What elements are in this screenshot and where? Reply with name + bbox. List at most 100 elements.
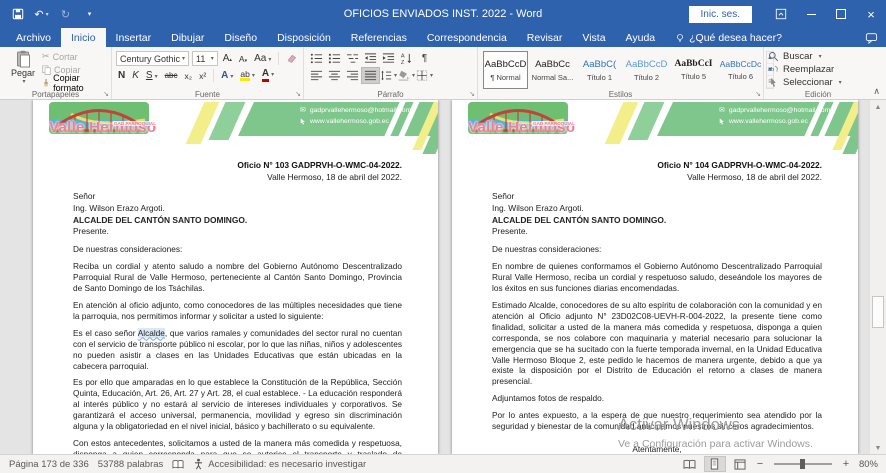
web-layout-icon[interactable] <box>730 457 750 471</box>
sort-button[interactable]: AZ <box>398 51 415 66</box>
tab-insertar[interactable]: Insertar <box>106 28 162 47</box>
select-button[interactable]: Seleccionar▾ <box>768 76 868 89</box>
save-icon[interactable] <box>10 7 25 21</box>
show-marks-button[interactable]: ¶ <box>416 51 433 66</box>
numbered-list-icon <box>328 52 341 65</box>
justify-button[interactable] <box>362 68 379 83</box>
scroll-up-icon[interactable]: ▲ <box>870 100 886 114</box>
letterhead-banner: ✉gadprvallehermoso@hotmail.com www.valle… <box>238 102 438 136</box>
ribbon-tab-row: Archivo Inicio Insertar Dibujar Diseño D… <box>0 28 886 47</box>
zoom-in-button[interactable]: + <box>841 458 851 470</box>
align-center-button[interactable] <box>326 68 343 83</box>
scrollbar-thumb[interactable] <box>872 296 884 328</box>
paste-button[interactable]: Pegar ▾ <box>4 50 42 88</box>
change-case-button[interactable]: Aa▾ <box>252 53 273 64</box>
numbering-button[interactable] <box>326 51 343 66</box>
tab-revisar[interactable]: Revisar <box>517 28 573 47</box>
minimize-button[interactable] <box>796 0 826 28</box>
zoom-slider[interactable] <box>774 463 832 465</box>
select-cursor-icon <box>768 77 779 88</box>
read-mode-icon[interactable] <box>680 457 700 471</box>
font-dialog-launcher[interactable]: ↘ <box>295 90 301 98</box>
comments-icon[interactable] <box>865 28 878 47</box>
increase-indent-button[interactable] <box>380 51 397 66</box>
clear-formatting-button[interactable] <box>284 53 299 64</box>
collapse-ribbon-icon[interactable]: ∧ <box>873 86 880 97</box>
scroll-down-icon[interactable]: ▼ <box>870 441 886 455</box>
paragraph: En nombre de quienes conformamos el Gobi… <box>492 261 822 294</box>
zoom-slider-thumb[interactable] <box>800 459 805 469</box>
sign-in-button[interactable]: Inic. ses. <box>689 6 752 23</box>
cut-button[interactable]: ✂Cortar <box>42 51 107 62</box>
align-right-button[interactable] <box>344 68 361 83</box>
line-spacing-button[interactable]: ▾ <box>380 68 397 83</box>
style-normal[interactable]: AaBbCcD¶ Normal <box>483 51 528 89</box>
tab-inicio[interactable]: Inicio <box>61 28 106 47</box>
shading-button[interactable]: ▾ <box>398 68 415 83</box>
customize-qat-icon[interactable]: ▾ <box>82 7 97 21</box>
replace-button[interactable]: ab Reemplazar <box>768 63 868 76</box>
tab-archivo[interactable]: Archivo <box>6 28 61 47</box>
superscript-button[interactable]: x² <box>197 71 208 81</box>
redo-icon[interactable]: ↻ <box>58 7 73 21</box>
format-painter-icon <box>42 78 50 88</box>
styles-dialog-launcher[interactable]: ↘ <box>755 90 761 98</box>
font-size-select[interactable]: 11▾ <box>192 51 218 66</box>
bold-button[interactable]: N <box>116 70 127 81</box>
shrink-font-button[interactable]: A▾ <box>237 54 249 64</box>
zoom-level[interactable]: 80% <box>859 459 878 470</box>
accessibility-status[interactable]: Accesibilidad: es necesario investigar <box>193 458 366 470</box>
restore-button[interactable] <box>826 0 856 28</box>
style-normal-sa[interactable]: AaBbCcNormal Sa... <box>530 51 575 89</box>
scissors-icon: ✂ <box>42 51 50 62</box>
tab-referencias[interactable]: Referencias <box>341 28 417 47</box>
tab-disposicion[interactable]: Disposición <box>267 28 341 47</box>
font-color-button[interactable]: A▾ <box>260 69 276 82</box>
font-name-select[interactable]: Century Gothic▾ <box>116 51 189 66</box>
italic-button[interactable]: K <box>130 70 141 81</box>
bullets-button[interactable] <box>308 51 325 66</box>
paragraph: En atención al oficio adjunto, como cono… <box>73 300 402 322</box>
underline-button[interactable]: S▾ <box>144 70 160 81</box>
tell-me-box[interactable]: ¿Qué desea hacer? <box>665 28 792 47</box>
style-titulo-2[interactable]: AaBbCcDTítulo 2 <box>624 51 669 89</box>
format-painter-button[interactable]: Copiar formato <box>42 77 107 88</box>
tab-diseno[interactable]: Diseño <box>214 28 267 47</box>
style-titulo-5[interactable]: AaBbCcITítulo 5 <box>671 51 716 89</box>
style-titulo-6[interactable]: AaBbCcDcTítulo 6 <box>718 51 763 89</box>
replace-icon: ab <box>768 64 779 75</box>
close-button[interactable]: × <box>856 0 886 28</box>
ribbon-display-options-icon[interactable] <box>766 0 796 28</box>
multilevel-list-button[interactable] <box>344 51 361 66</box>
undo-icon[interactable]: ↶▾ <box>34 7 49 21</box>
tab-correspondencia[interactable]: Correspondencia <box>417 28 517 47</box>
document-page-1[interactable]: ✉gadprvallehermoso@hotmail.com www.valle… <box>33 100 438 455</box>
word-count[interactable]: 53788 palabras <box>98 459 164 470</box>
tab-dibujar[interactable]: Dibujar <box>161 28 214 47</box>
grow-font-button[interactable]: A▴ <box>221 53 234 64</box>
clipboard-dialog-launcher[interactable]: ↘ <box>103 90 109 98</box>
decrease-indent-button[interactable] <box>362 51 379 66</box>
zoom-out-button[interactable]: − <box>755 458 765 470</box>
subscript-button[interactable]: x₂ <box>183 71 195 81</box>
find-button[interactable]: Buscar▾ <box>768 50 868 63</box>
strikethrough-button[interactable]: abc <box>163 71 180 80</box>
proofing-icon[interactable] <box>172 459 184 470</box>
page-indicator[interactable]: Página 173 de 336 <box>9 459 89 470</box>
paragraph-dialog-launcher[interactable]: ↘ <box>469 90 475 98</box>
sort-icon: AZ <box>400 52 413 65</box>
status-bar: Página 173 de 336 53788 palabras Accesib… <box>0 454 886 473</box>
highlight-color-button[interactable]: ab▾ <box>238 70 256 82</box>
tab-ayuda[interactable]: Ayuda <box>616 28 666 47</box>
vertical-scrollbar[interactable]: ▲ ▼ <box>869 100 886 455</box>
print-layout-icon[interactable] <box>705 457 725 471</box>
style-titulo-1[interactable]: AaBbC(Título 1 <box>577 51 622 89</box>
letterhead-banner: ✉gadprvallehermoso@hotmail.com www.valle… <box>657 102 858 136</box>
document-page-2[interactable]: ✉gadprvallehermoso@hotmail.com www.valle… <box>452 100 858 455</box>
tab-vista[interactable]: Vista <box>572 28 615 47</box>
borders-button[interactable]: ▾ <box>416 68 433 83</box>
text-effects-button[interactable]: A▾ <box>219 70 235 81</box>
align-left-button[interactable] <box>308 68 325 83</box>
shading-bucket-icon <box>398 69 410 82</box>
paragraph: Estimado Alcalde, conocedores de su alto… <box>492 300 822 388</box>
